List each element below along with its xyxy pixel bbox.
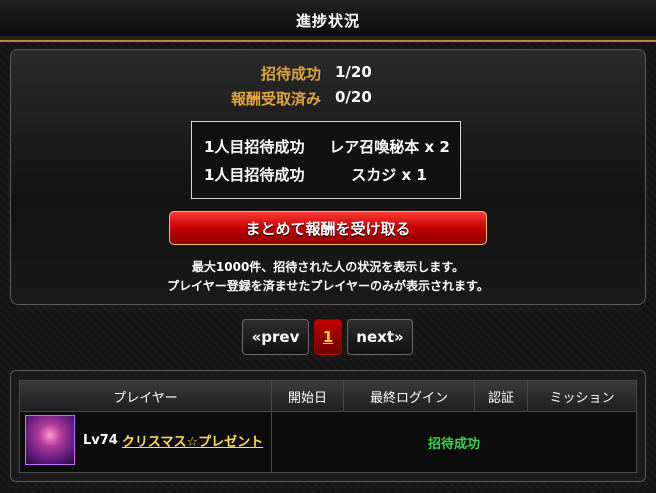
column-header-player: プレイヤー — [19, 380, 272, 412]
page-title: 進捗状況 — [295, 11, 360, 30]
column-header-last-login: 最終ログイン — [343, 380, 475, 412]
invite-success-value: 1/20 — [335, 63, 372, 81]
reward-name: スカジ x 1 — [351, 166, 427, 184]
invite-success-row: 招待成功 1/20 — [11, 63, 372, 84]
player-level: Lv74 — [83, 432, 118, 448]
status-cell: 招待成功 — [271, 411, 637, 473]
column-header-auth: 認証 — [474, 380, 528, 412]
player-cell: Lv74 クリスマス☆プレゼント — [19, 411, 272, 473]
reward-received-row: 報酬受取済み 0/20 — [11, 88, 372, 109]
reward-condition: 1人目招待成功 — [204, 166, 305, 184]
reward-item: 1人目招待成功 スカジ x 1 — [204, 164, 427, 185]
reward-name: レア召喚秘本 x 2 — [329, 138, 450, 156]
next-page-button[interactable]: next» — [347, 319, 413, 355]
player-avatar[interactable] — [25, 415, 75, 465]
page-title-bar: 進捗状況 — [0, 0, 656, 42]
info-note-2: プレイヤー登録を済ませたプレイヤーのみが表示されます。 — [167, 279, 489, 293]
column-header-mission: ミッション — [527, 380, 637, 412]
progress-panel: 招待成功 1/20 報酬受取済み 0/20 1人目招待成功 レア召喚秘本 x 2… — [10, 49, 646, 305]
invite-status: 招待成功 — [427, 436, 480, 452]
receive-all-rewards-button[interactable]: まとめて報酬を受け取る — [169, 211, 487, 245]
column-header-start-date: 開始日 — [271, 380, 344, 412]
table-row: Lv74 クリスマス☆プレゼント 招待成功 — [19, 411, 637, 473]
invite-success-label: 招待成功 — [260, 65, 321, 83]
info-note-1: 最大1000件、招待された人の状況を表示します。 — [191, 260, 465, 274]
player-name-link[interactable]: クリスマス☆プレゼント — [122, 431, 263, 450]
prev-page-button[interactable]: «prev — [242, 319, 309, 355]
reward-list: 1人目招待成功 レア召喚秘本 x 2 1人目招待成功 スカジ x 1 — [191, 121, 461, 199]
page-1-button[interactable]: 1 — [314, 319, 342, 355]
reward-condition: 1人目招待成功 — [204, 138, 305, 156]
reward-received-value: 0/20 — [335, 88, 372, 106]
table-header-row: プレイヤー 開始日 最終ログイン 認証 ミッション — [19, 380, 637, 412]
reward-received-label: 報酬受取済み — [230, 90, 321, 108]
reward-item: 1人目招待成功 レア召喚秘本 x 2 — [204, 136, 450, 157]
player-table: プレイヤー 開始日 最終ログイン 認証 ミッション Lv74 クリスマス☆プレゼ… — [19, 380, 637, 473]
player-table-panel: プレイヤー 開始日 最終ログイン 認証 ミッション Lv74 クリスマス☆プレゼ… — [10, 370, 646, 482]
